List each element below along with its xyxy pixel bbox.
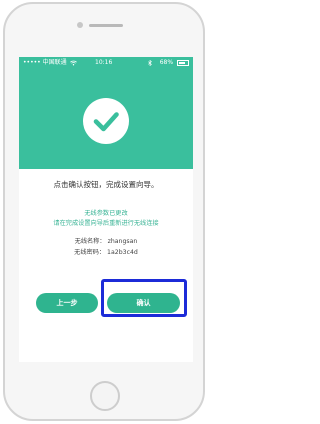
- completion-message: 点击确认按钮，完成设置向导。: [53, 180, 159, 189]
- carrier-info: ••••• 中国联通: [23, 57, 77, 69]
- ssid-label: 无线名称：: [74, 238, 106, 245]
- battery-indicator: 68%: [160, 57, 189, 69]
- front-camera: [77, 22, 83, 28]
- password-row: 无线密码： 1a2b3c4d: [19, 248, 193, 257]
- back-button[interactable]: 上一步: [36, 293, 98, 313]
- bluetooth-icon: [148, 60, 152, 66]
- success-header: [19, 69, 193, 169]
- password-label: 无线密码：: [74, 249, 106, 256]
- earpiece-speaker: [89, 24, 123, 27]
- wireless-changed-note: 无线参数已更改: [84, 210, 128, 217]
- ssid-value: zhangsan: [107, 238, 138, 245]
- carrier-label: ••••• 中国联通: [23, 59, 67, 66]
- status-bar: ••••• 中国联通 10:16 68%: [19, 57, 193, 69]
- check-circle-icon: [83, 98, 129, 144]
- battery-percent: 68%: [159, 59, 174, 66]
- password-value: 1a2b3c4d: [107, 249, 138, 256]
- phone-frame: ••••• 中国联通 10:16 68% 点击确认按钮，完成设置向导。 无线参数…: [3, 2, 205, 421]
- reconnect-note: 请在完成设置向导后重新进行无线连接: [53, 220, 159, 227]
- battery-icon: [177, 59, 189, 66]
- home-button[interactable]: [90, 381, 120, 411]
- clock: 10:16: [95, 59, 113, 66]
- confirm-button-highlight: [101, 279, 187, 317]
- wifi-icon: [69, 60, 77, 65]
- ssid-row: 无线名称： zhangsan: [19, 237, 193, 246]
